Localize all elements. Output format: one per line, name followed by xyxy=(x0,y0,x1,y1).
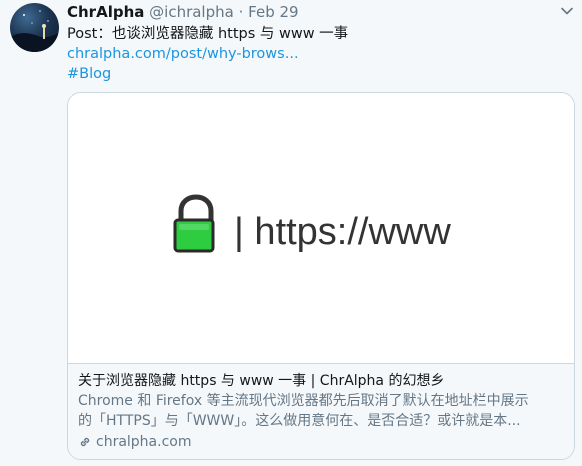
card-image-text: | https://www xyxy=(234,211,451,253)
avatar[interactable] xyxy=(10,3,59,52)
card-description-line: 的「HTTPS」与「WWW」。这么做用意何在、是否合适？或许就是本... xyxy=(78,413,521,429)
card-description-line: Chrome 和 Firefox 等主流现代浏览器都先后取消了默认在地址栏中展示 xyxy=(78,393,529,409)
card-title: 关于浏览器隐藏 https 与 www 一事 | ChrAlpha 的幻想乡 xyxy=(78,373,445,389)
link-card[interactable]: | https://www 关于浏览器隐藏 https 与 www 一事 | C… xyxy=(67,92,575,460)
card-image: | https://www xyxy=(68,93,574,363)
separator-dot: · xyxy=(238,3,244,21)
tweet-header: ChrAlpha @ichralpha · Feb 29 xyxy=(67,3,299,22)
chevron-down-icon[interactable] xyxy=(558,2,576,20)
lock-icon xyxy=(173,194,215,253)
card-domain: chralpha.com xyxy=(78,432,564,452)
card-domain-text: chralpha.com xyxy=(96,434,192,450)
card-meta: 关于浏览器隐藏 https 与 www 一事 | ChrAlpha 的幻想乡 C… xyxy=(68,363,574,459)
tweet-date[interactable]: Feb 29 xyxy=(248,3,298,21)
tweet-link[interactable]: chralpha.com/post/why-brows... xyxy=(67,44,348,64)
card-description: Chrome 和 Firefox 等主流现代浏览器都先后取消了默认在地址栏中展示… xyxy=(78,391,564,431)
author-name[interactable]: ChrAlpha xyxy=(67,3,144,21)
hashtag-link[interactable]: #Blog xyxy=(67,64,348,84)
tweet-text-line: Post：也谈浏览器隐藏 https 与 www 一事 xyxy=(67,26,349,42)
link-icon xyxy=(80,437,90,447)
author-handle[interactable]: @ichralpha xyxy=(149,3,234,21)
tweet-text: Post：也谈浏览器隐藏 https 与 www 一事 chralpha.com… xyxy=(67,24,348,84)
